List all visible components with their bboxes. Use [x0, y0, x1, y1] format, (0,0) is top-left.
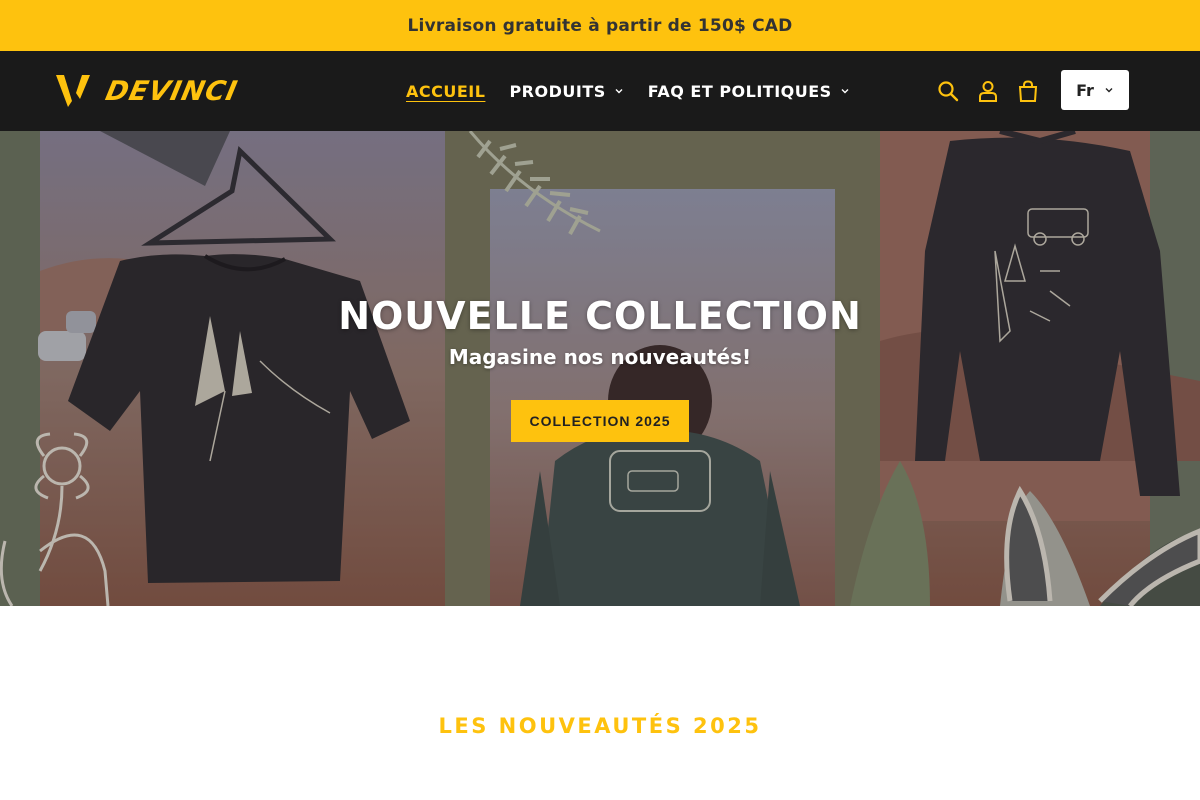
site-header: DEVINCI ACCUEIL PRODUITS FAQ ET POLITIQU…	[0, 51, 1200, 131]
chevron-down-icon	[1105, 88, 1113, 93]
devinci-v-icon	[56, 75, 90, 107]
nav-item-label: PRODUITS	[509, 81, 606, 101]
announcement-text: Livraison gratuite à partir de 150$ CAD	[407, 15, 793, 36]
collection-button[interactable]: COLLECTION 2025	[511, 400, 689, 442]
account-icon	[979, 81, 997, 102]
hero-subtitle: Magasine nos nouveautés!	[448, 345, 752, 369]
account-button[interactable]	[968, 71, 1008, 111]
search-button[interactable]	[928, 71, 968, 111]
brand-logo[interactable]: DEVINCI	[54, 73, 279, 109]
chevron-down-icon	[841, 89, 849, 94]
announcement-bar: Livraison gratuite à partir de 150$ CAD	[0, 0, 1200, 51]
brand-wordmark: DEVINCI	[102, 75, 241, 107]
nav-item-produits[interactable]: PRODUITS	[501, 82, 631, 101]
search-icon	[938, 81, 959, 102]
language-label: Fr	[1076, 80, 1094, 100]
language-selector[interactable]: Fr	[1061, 70, 1129, 110]
nav-item-accueil[interactable]: ACCUEIL	[398, 82, 493, 101]
main-nav: ACCUEIL PRODUITS FAQ ET POLITIQUES	[398, 51, 866, 131]
hero-banner: NOUVELLE COLLECTION Magasine nos nouveau…	[0, 131, 1200, 606]
cart-icon	[1018, 80, 1038, 102]
section-title: LES NOUVEAUTÉS 2025	[438, 714, 762, 738]
nav-item-label: FAQ ET POLITIQUES	[647, 81, 832, 101]
hero-title: NOUVELLE COLLECTION	[338, 294, 862, 338]
header-tools	[928, 51, 1048, 131]
cart-button[interactable]	[1008, 71, 1048, 111]
nav-item-faq[interactable]: FAQ ET POLITIQUES	[640, 82, 858, 101]
chevron-down-icon	[615, 89, 623, 94]
nav-item-label: ACCUEIL	[406, 81, 486, 101]
